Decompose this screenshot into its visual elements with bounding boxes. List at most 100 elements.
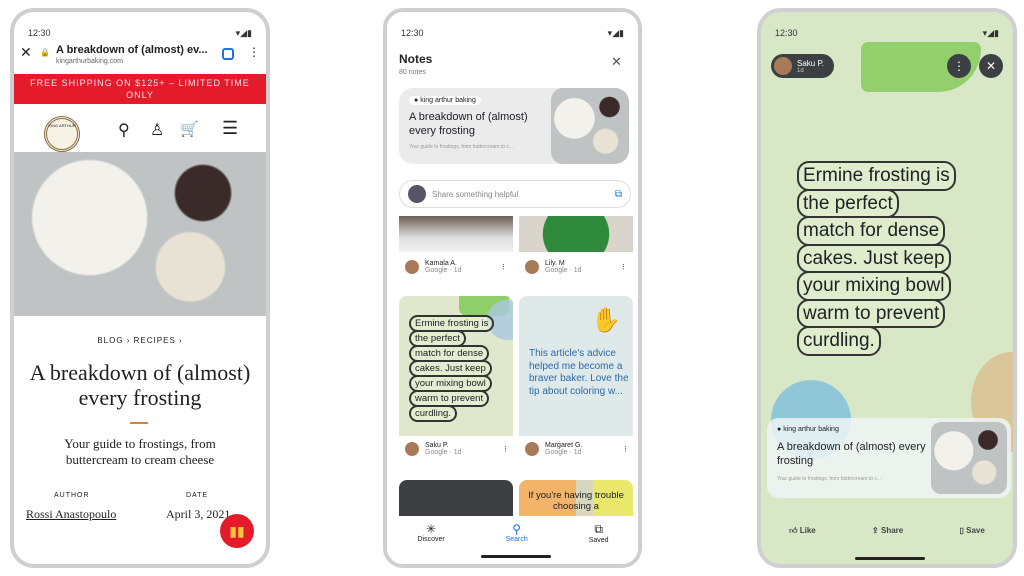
quote-line: the perfect [797, 188, 899, 218]
source: king arthur baking [783, 426, 839, 433]
note-author: Saku P. Google · 1d ⋮ [405, 442, 509, 456]
author-meta: Google · 1d [545, 449, 582, 456]
page-title: A breakdown of (almost) ev... [56, 44, 208, 56]
account-icon[interactable]: ♙ [150, 120, 164, 140]
close-icon[interactable]: ✕ [20, 44, 32, 61]
card-title: A breakdown of (almost) every frosting [409, 111, 528, 137]
source-chip: ● king arthur baking [777, 426, 839, 433]
quote-line: your mixing bowl [797, 271, 951, 301]
phone-note-detail: 12:30 ▾◢▮ Saku P. 1d ⋮ ✕ Ermine frosting i… [757, 8, 1017, 568]
article-card[interactable]: ● king arthur baking A breakdown of (alm… [767, 418, 1011, 498]
note-text: This article's advice helped me become a… [529, 348, 629, 397]
source: king arthur baking [420, 97, 476, 104]
clock: 12:30 [28, 28, 51, 38]
note-quote: Ermine frosting is the perfect match for d… [797, 161, 997, 356]
divider [130, 422, 148, 424]
action-label: Like [799, 526, 816, 535]
close-button[interactable]: ✕ [979, 54, 1003, 78]
status-bar: 12:30 ▾◢▮ [401, 28, 624, 39]
author-name: Saku P. [425, 442, 449, 449]
note-image [399, 216, 513, 252]
logo-text: KING ARTHUR [48, 123, 76, 128]
notes-title: Notes [399, 52, 433, 66]
breadcrumb[interactable]: BLOG › RECIPES › [14, 336, 266, 345]
card-desc: Your guide to frostings, from buttercrea… [409, 144, 514, 150]
nav-label: Discover [417, 536, 445, 543]
article-subtitle: Your guide to frostings, from buttercrea… [64, 436, 216, 467]
notes-fab[interactable]: ▮▮ [220, 514, 254, 548]
close-icon[interactable]: ✕ [611, 54, 622, 70]
avatar [405, 442, 419, 456]
note-card[interactable]: Lily. M Google · 1d ⋮ [519, 216, 633, 288]
quote-line: match for dense [797, 216, 946, 246]
nav-discover[interactable]: ✳ Discover [417, 522, 444, 564]
note-card[interactable]: Ermine frosting is the perfect match for d… [399, 296, 513, 436]
note-quote: Ermine frosting is the perfect match for d… [409, 315, 513, 422]
share-placeholder: Share something helpful [432, 189, 519, 199]
author-meta: Google · 1d [425, 267, 462, 274]
status-bar: 12:30 ▾◢▮ [28, 28, 252, 39]
lock-icon: 🔒 [40, 48, 50, 57]
quote-line: curdling. [409, 405, 457, 422]
author-name: Margaret G. [545, 442, 583, 449]
save-button[interactable]: ▯ Save [960, 526, 985, 536]
article-card[interactable]: ● king arthur baking A breakdown of (alm… [399, 88, 629, 164]
card-desc: Your guide to frostings, from buttercrea… [777, 476, 882, 482]
avatar [774, 57, 792, 75]
card-image [931, 422, 1007, 494]
note-card[interactable]: Kamala A. Google · 1d ⋮ [399, 216, 513, 288]
cart-icon[interactable]: 🛒 [180, 120, 199, 138]
share-button[interactable]: ⇪ Share [872, 526, 903, 536]
home-indicator[interactable] [481, 555, 551, 558]
more-icon[interactable]: ⋮ [620, 263, 627, 271]
logo[interactable]: KING ARTHUR [44, 116, 80, 152]
action-label: Share [880, 526, 904, 535]
author-name: Kamala A. [425, 260, 457, 267]
user-chip[interactable]: Saku P. 1d [771, 54, 834, 78]
status-bar: 12:30 ▾◢▮ [775, 28, 999, 39]
avatar [408, 185, 426, 203]
more-button[interactable]: ⋮ [947, 54, 971, 78]
signal-battery-icon: ▾◢▮ [607, 28, 624, 38]
source-chip: ● king arthur baking [409, 96, 481, 105]
promo-banner[interactable]: FREE SHIPPING ON $125+ – LIMITED TIME ON… [14, 74, 266, 104]
share-input[interactable]: Share something helpful ⧉ [399, 180, 631, 208]
more-icon[interactable]: ⋮ [500, 263, 507, 271]
thumbs-up-icon: 👍︎ [789, 526, 800, 535]
action-label: Save [966, 526, 985, 535]
home-indicator[interactable] [855, 557, 925, 560]
search-icon: ⚲ [512, 522, 522, 536]
quote-line: curdling. [797, 326, 881, 356]
nav-label: Search [505, 536, 528, 543]
add-note-icon[interactable]: ⧉ [615, 189, 622, 200]
date-label: DATE [186, 492, 209, 499]
quote-line: cakes. Just keep [797, 243, 951, 273]
note-text[interactable]: If you're having trouble choosing a [519, 480, 633, 516]
avatar [525, 442, 539, 456]
more-icon[interactable]: ⋮ [248, 45, 260, 59]
note-image [519, 216, 633, 252]
user-name: Saku P. [797, 58, 824, 68]
clock: 12:30 [401, 28, 424, 38]
hero-image [14, 152, 266, 316]
article-title: A breakdown of (almost) every frosting [29, 360, 251, 410]
note-card[interactable]: ✋ This article's advice helped me become… [519, 296, 633, 436]
quote-line: Ermine frosting is [797, 161, 956, 191]
note-card[interactable] [399, 480, 513, 516]
more-icon[interactable]: ⋮ [622, 445, 629, 453]
saved-icon: ⧉ [594, 522, 603, 536]
hand-sticker-icon: ✋ [591, 307, 621, 334]
menu-icon[interactable]: ☰ [222, 118, 238, 139]
url[interactable]: kingarthurbaking.com [56, 58, 123, 65]
card-title: A breakdown of (almost) every frosting [777, 441, 926, 467]
nav-saved[interactable]: ⧉ Saved [589, 522, 609, 564]
more-icon[interactable]: ⋮ [502, 445, 509, 453]
author-link[interactable]: Rossi Anastopoulo [26, 507, 116, 522]
like-button[interactable]: 👍︎ Like [789, 526, 816, 536]
avatar [525, 260, 539, 274]
search-icon[interactable]: ⚲ [118, 120, 130, 140]
author-meta: Google · 1d [545, 267, 582, 274]
notes-icon[interactable] [222, 48, 234, 60]
card-image [551, 88, 629, 164]
author-label: AUTHOR [54, 492, 90, 499]
